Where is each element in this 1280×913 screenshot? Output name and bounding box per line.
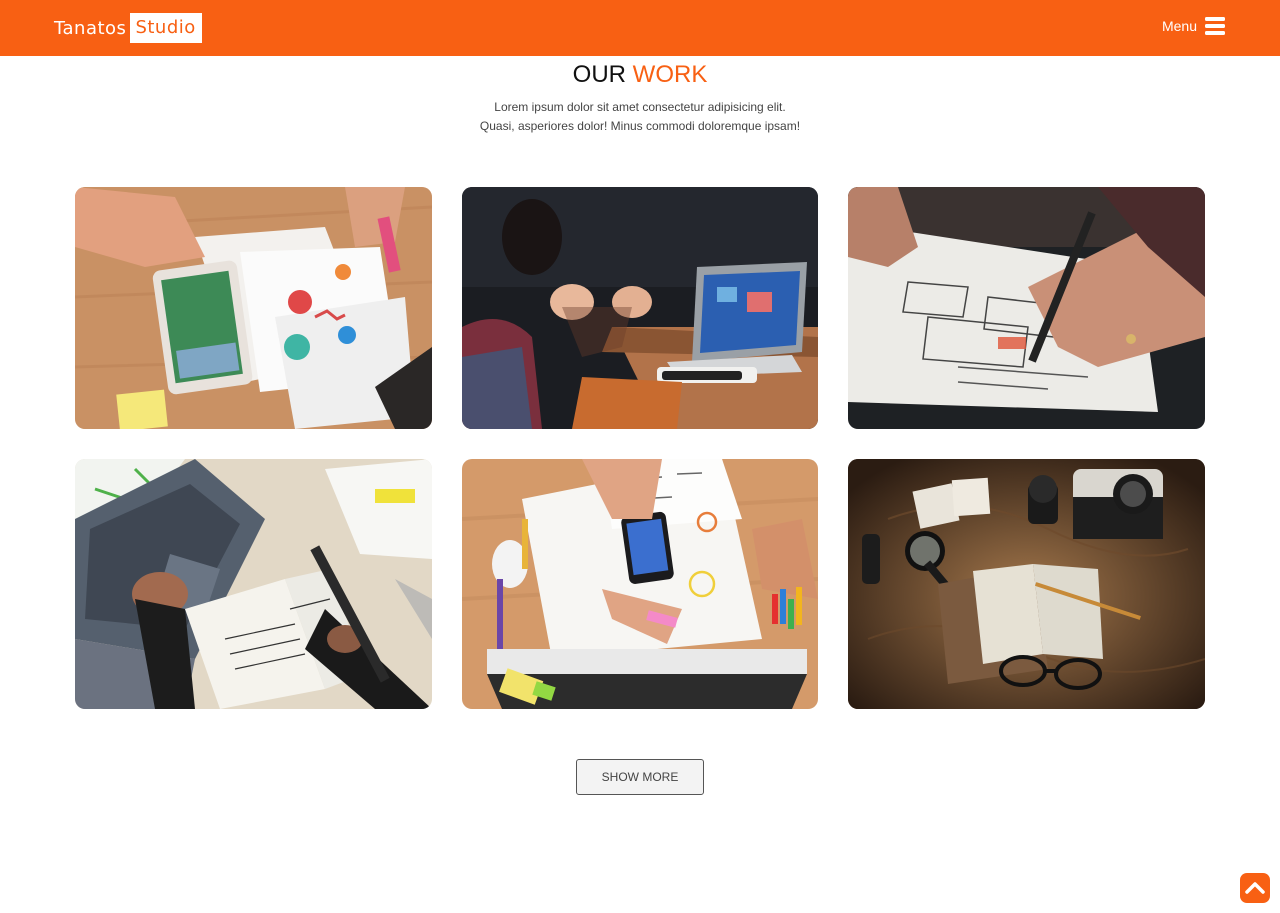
section-description-line2: Quasi, asperiores dolor! Minus commodi d… [479,119,801,133]
brand-name-part1: Tanatos [54,17,127,39]
gallery-item-team-meeting[interactable] [462,187,818,429]
show-more-button[interactable]: SHOW MORE [576,759,704,795]
tablet-and-charts-photo [75,187,432,429]
hamburger-icon [1205,17,1225,35]
section-title-part1: OUR [572,61,626,88]
section-title: OUR WORK [0,61,1280,89]
menu-label: Menu [1161,18,1197,34]
gallery-item-ux-planning[interactable] [462,459,818,709]
section-description-line1: Lorem ipsum dolor sit amet consectetur a… [494,100,786,114]
gallery-item-vintage-camera[interactable] [848,459,1205,709]
section-description: Lorem ipsum dolor sit amet consectetur a… [0,98,1280,136]
wireframe-sketching-photo [848,187,1205,429]
gallery-item-wireframe-sketch[interactable] [848,187,1205,429]
team-meeting-laptop-photo [462,187,818,429]
laptop-and-notebook-photo [75,459,432,709]
section-title-part2: WORK [632,61,708,88]
gallery-item-tablet-charts[interactable] [75,187,432,429]
site-header: Tanatos Studio Menu [0,0,1280,56]
back-to-top-button[interactable] [1240,873,1270,903]
brand-name-part2: Studio [130,13,202,43]
vintage-camera-map-photo [848,459,1205,709]
brand-logo[interactable]: Tanatos Studio [54,13,202,43]
ux-planning-desk-photo [462,459,818,709]
menu-button[interactable]: Menu [1162,16,1225,36]
chevron-up-icon [1245,882,1265,894]
gallery-item-laptop-notebook[interactable] [75,459,432,709]
